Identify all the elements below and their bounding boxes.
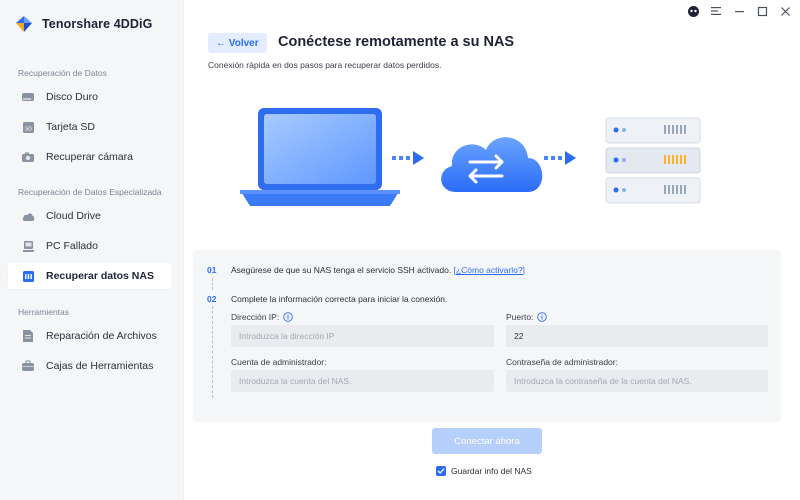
cloud-sync-icon (441, 137, 543, 192)
info-icon[interactable] (283, 312, 293, 322)
checkbox-checked-icon[interactable] (436, 466, 446, 476)
step-2-text: Complete la información correcta para in… (231, 294, 448, 304)
sd-card-icon: SD (20, 120, 36, 134)
sidebar-item-label: Cajas de Herramientas (46, 360, 154, 372)
menu-icon[interactable] (709, 4, 723, 18)
save-nas-info-label: Guardar info del NAS (451, 466, 532, 476)
section-label-specialized-recovery: Recuperación de Datos Especializada (18, 187, 162, 197)
camera-icon (20, 150, 36, 164)
laptop-icon (240, 108, 400, 206)
step-2-number: 02 (207, 294, 217, 304)
step-1-label: Asegúrese de que su NAS tenga el servici… (231, 265, 452, 275)
close-icon[interactable] (778, 4, 792, 18)
sidebar-item-crashed-pc[interactable]: PC Fallado (8, 233, 172, 259)
admin-account-label: Cuenta de administrador: (231, 357, 327, 367)
sidebar-item-label: Reparación de Archivos (46, 330, 157, 342)
sidebar-item-label: Recuperar cámara (46, 151, 133, 163)
sidebar-item-label: Tarjeta SD (46, 121, 96, 133)
section-label-tools: Herramientas (18, 307, 70, 317)
sidebar: Tenorshare 4DDiG Recuperación de Datos D… (0, 0, 184, 500)
sidebar-item-cloud-drive[interactable]: Cloud Drive (8, 203, 172, 229)
connect-now-button[interactable]: Conectar ahora (432, 428, 542, 454)
crashed-pc-icon (20, 239, 36, 253)
minimize-icon[interactable] (732, 4, 746, 18)
port-input[interactable] (506, 325, 768, 347)
sidebar-item-camera[interactable]: Recuperar cámara (8, 144, 172, 170)
sidebar-item-label: Disco Duro (46, 91, 98, 103)
app-name: Tenorshare 4DDiG (42, 17, 153, 31)
sidebar-item-label: PC Fallado (46, 240, 98, 252)
ip-label: Dirección IP: (231, 312, 293, 322)
sidebar-item-file-repair[interactable]: Reparación de Archivos (8, 323, 172, 349)
sidebar-item-toolbox[interactable]: Cajas de Herramientas (8, 353, 172, 379)
arrow-right-icon (392, 151, 424, 165)
sidebar-item-label: Cloud Drive (46, 210, 101, 222)
step-1-text: Asegúrese de que su NAS tenga el servici… (231, 265, 525, 275)
sidebar-item-label: Recuperar datos NAS (46, 270, 154, 282)
app-logo-icon (16, 16, 32, 32)
nas-icon (20, 269, 36, 283)
back-button[interactable]: ← Volver (208, 33, 267, 53)
toolbox-icon (20, 359, 36, 373)
page-title: Conéctese remotamente a su NAS (278, 34, 515, 50)
window-controls (686, 4, 792, 18)
admin-password-label: Contraseña de administrador: (506, 357, 618, 367)
ip-address-input[interactable] (231, 325, 494, 347)
sidebar-item-nas-recovery[interactable]: Recuperar datos NAS (8, 263, 172, 289)
admin-account-input[interactable] (231, 370, 494, 392)
save-nas-info-checkbox[interactable]: Guardar info del NAS (436, 466, 532, 476)
svg-text:SD: SD (24, 126, 31, 132)
port-label: Puerto: (506, 312, 548, 322)
maximize-icon[interactable] (755, 4, 769, 18)
file-repair-icon (20, 329, 36, 343)
cloud-icon (20, 209, 36, 223)
sidebar-item-hard-drive[interactable]: Disco Duro (8, 84, 172, 110)
page-subtitle: Conexión rápida en dos pasos para recupe… (208, 60, 442, 70)
sidebar-item-sd-card[interactable]: SD Tarjeta SD (8, 114, 172, 140)
step-connector (212, 306, 213, 398)
info-icon[interactable] (537, 312, 548, 322)
nas-server-icon (605, 117, 701, 204)
brand: Tenorshare 4DDiG (14, 13, 152, 35)
step-1-number: 01 (207, 265, 217, 275)
arrow-right-icon (544, 151, 576, 165)
connection-illustration (240, 108, 701, 206)
hard-drive-icon (20, 90, 36, 104)
support-icon[interactable] (686, 4, 700, 18)
how-to-enable-link[interactable]: [¿Cómo activarlo?] (454, 265, 525, 275)
section-label-data-recovery: Recuperación de Datos (18, 68, 107, 78)
admin-password-input[interactable] (506, 370, 768, 392)
step-connector (212, 278, 213, 290)
